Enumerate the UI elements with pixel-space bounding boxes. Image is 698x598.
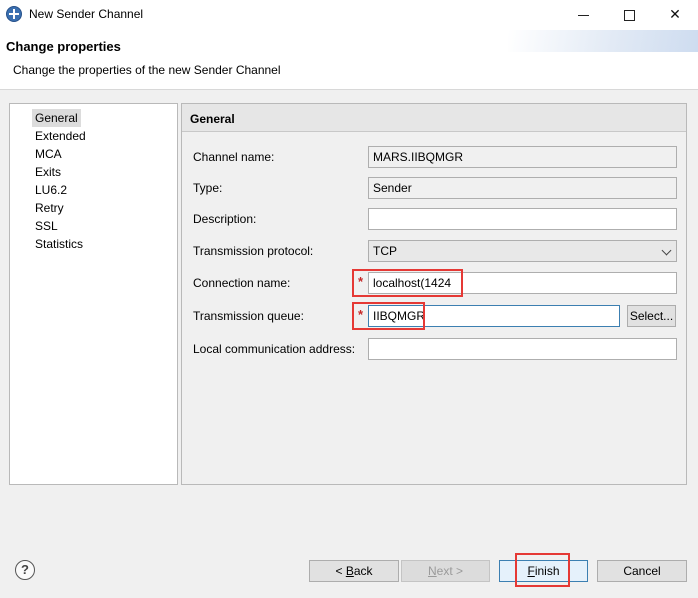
finish-highlight	[515, 553, 570, 587]
channel-name-label: Channel name:	[193, 150, 275, 164]
title-bar: New Sender Channel ✕	[0, 0, 698, 30]
description-input[interactable]	[368, 208, 677, 230]
connection-name-label: Connection name:	[193, 276, 291, 290]
dialog-content: General Extended MCA Exits LU6.2 Retry S…	[0, 90, 698, 598]
next-button: Next >	[401, 560, 490, 582]
minimize-button[interactable]	[560, 0, 606, 30]
back-button-prefix: <	[335, 564, 346, 578]
help-icon[interactable]: ?	[15, 560, 35, 580]
page-subtitle: Change the properties of the new Sender …	[13, 63, 281, 77]
page-title: Change properties	[6, 39, 121, 54]
chevron-down-icon	[661, 245, 672, 256]
wizard-header: Change properties Change the properties …	[0, 30, 698, 90]
app-icon	[6, 6, 22, 22]
cancel-button[interactable]: Cancel	[597, 560, 687, 582]
property-page-list: General Extended MCA Exits LU6.2 Retry S…	[9, 103, 178, 485]
nav-item-mca[interactable]: MCA	[32, 145, 65, 163]
back-button[interactable]: < Back	[309, 560, 399, 582]
nav-item-lu62[interactable]: LU6.2	[32, 181, 70, 199]
next-button-label: ext >	[436, 564, 464, 578]
nav-item-exits[interactable]: Exits	[32, 163, 64, 181]
general-properties-panel: General Channel name: MARS.IIBQMGR Type:…	[181, 103, 687, 485]
description-label: Description:	[193, 212, 257, 226]
type-field: Sender	[368, 177, 677, 199]
nav-item-extended[interactable]: Extended	[32, 127, 89, 145]
nav-item-statistics[interactable]: Statistics	[32, 235, 86, 253]
maximize-button[interactable]	[606, 0, 652, 30]
minimize-icon	[577, 14, 589, 16]
type-label: Type:	[193, 181, 223, 195]
transmission-protocol-label: Transmission protocol:	[193, 244, 314, 258]
header-banner-decoration	[508, 30, 698, 52]
channel-name-field: MARS.IIBQMGR	[368, 146, 677, 168]
local-communication-address-label: Local communication address:	[193, 342, 356, 356]
panel-title: General	[190, 112, 235, 126]
window-title: New Sender Channel	[29, 7, 144, 21]
maximize-icon	[623, 9, 635, 21]
transmission-protocol-value: TCP	[373, 244, 397, 258]
transmission-queue-highlight	[352, 302, 425, 330]
connection-name-highlight	[352, 269, 463, 297]
select-transmission-queue-button[interactable]: Select...	[627, 305, 676, 327]
next-button-mnemonic: N	[427, 564, 437, 578]
transmission-queue-label: Transmission queue:	[193, 309, 304, 323]
nav-item-ssl[interactable]: SSL	[32, 217, 61, 235]
close-button[interactable]: ✕	[652, 0, 698, 30]
close-icon: ✕	[669, 7, 681, 23]
back-button-mnemonic: B	[345, 564, 354, 578]
nav-item-general[interactable]: General	[32, 109, 81, 127]
local-communication-address-input[interactable]	[368, 338, 677, 360]
nav-item-retry[interactable]: Retry	[32, 199, 67, 217]
transmission-protocol-select[interactable]: TCP	[368, 240, 677, 262]
panel-header: General	[182, 104, 686, 132]
back-button-label: ack	[353, 564, 373, 578]
